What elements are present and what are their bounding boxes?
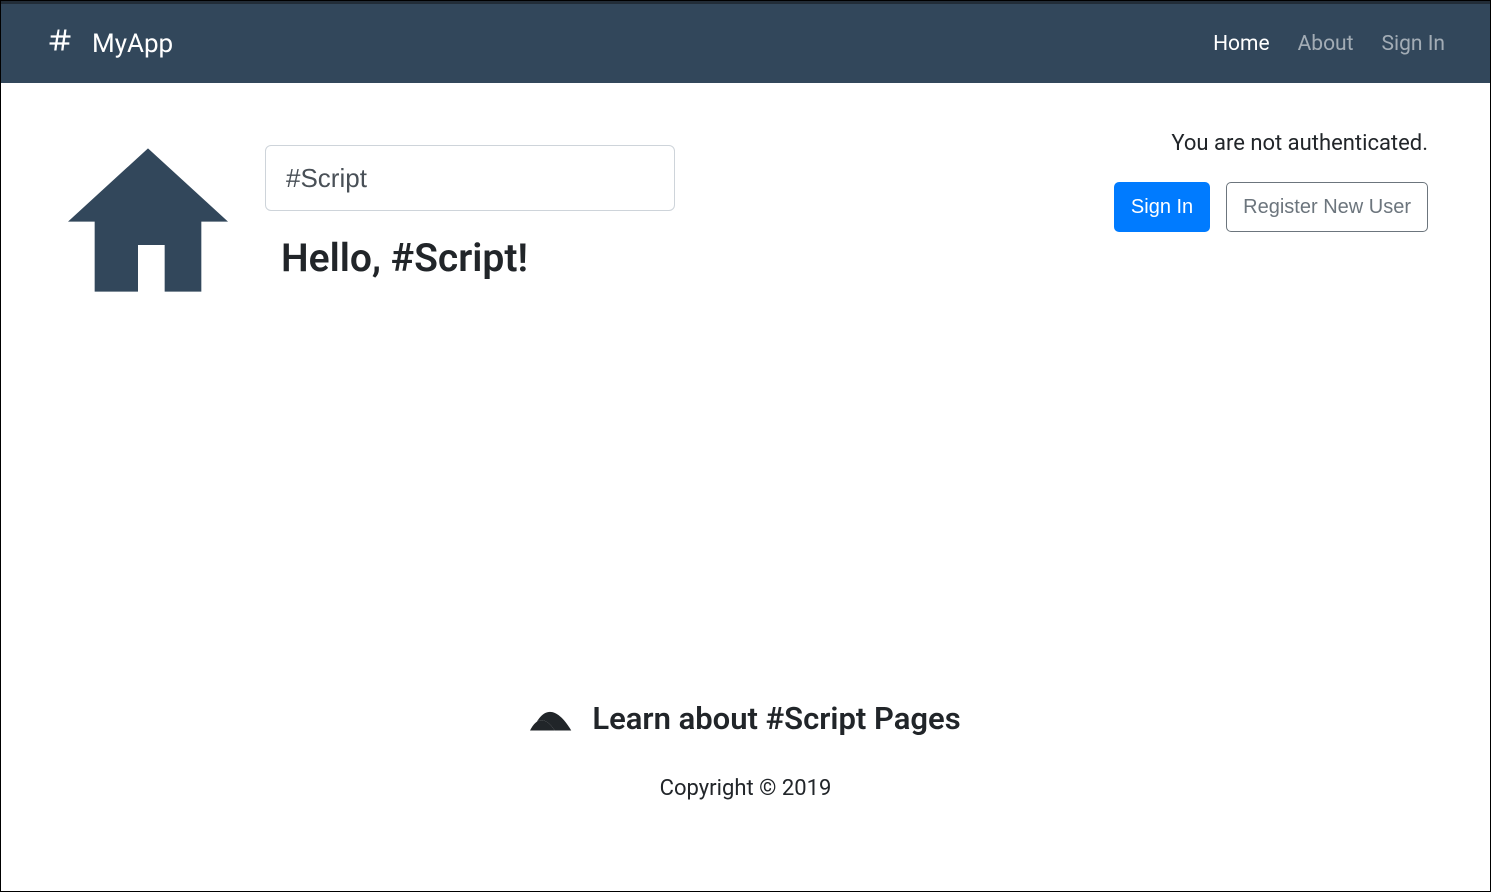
nav-links: Home About Sign In: [1213, 32, 1445, 56]
main-content: Hello, #Script! You are not authenticate…: [1, 83, 1490, 299]
auth-buttons: Sign In Register New User: [1114, 182, 1428, 232]
name-input[interactable]: [265, 145, 675, 211]
brand-text: MyApp: [92, 29, 173, 59]
nav-link-home[interactable]: Home: [1213, 32, 1270, 56]
footer: Learn about #Script Pages Copyright © 20…: [1, 694, 1490, 801]
learn-link[interactable]: Learn about #Script Pages: [530, 694, 960, 742]
home-icon: [63, 145, 233, 299]
servicestack-icon: [530, 694, 574, 742]
nav-link-signin[interactable]: Sign In: [1382, 32, 1445, 56]
navbar: MyApp Home About Sign In: [1, 1, 1490, 83]
form-column: Hello, #Script!: [265, 145, 1114, 281]
greeting-text: Hello, #Script!: [281, 235, 1114, 281]
register-button[interactable]: Register New User: [1226, 182, 1428, 232]
brand[interactable]: MyApp: [46, 26, 173, 61]
copyright: Copyright © 2019: [1, 776, 1490, 801]
auth-status: You are not authenticated.: [1171, 131, 1428, 156]
auth-column: You are not authenticated. Sign In Regis…: [1114, 131, 1428, 232]
hash-icon: [46, 26, 74, 61]
nav-link-about[interactable]: About: [1298, 32, 1354, 56]
learn-text: Learn about #Script Pages: [592, 700, 960, 737]
signin-button[interactable]: Sign In: [1114, 182, 1210, 232]
